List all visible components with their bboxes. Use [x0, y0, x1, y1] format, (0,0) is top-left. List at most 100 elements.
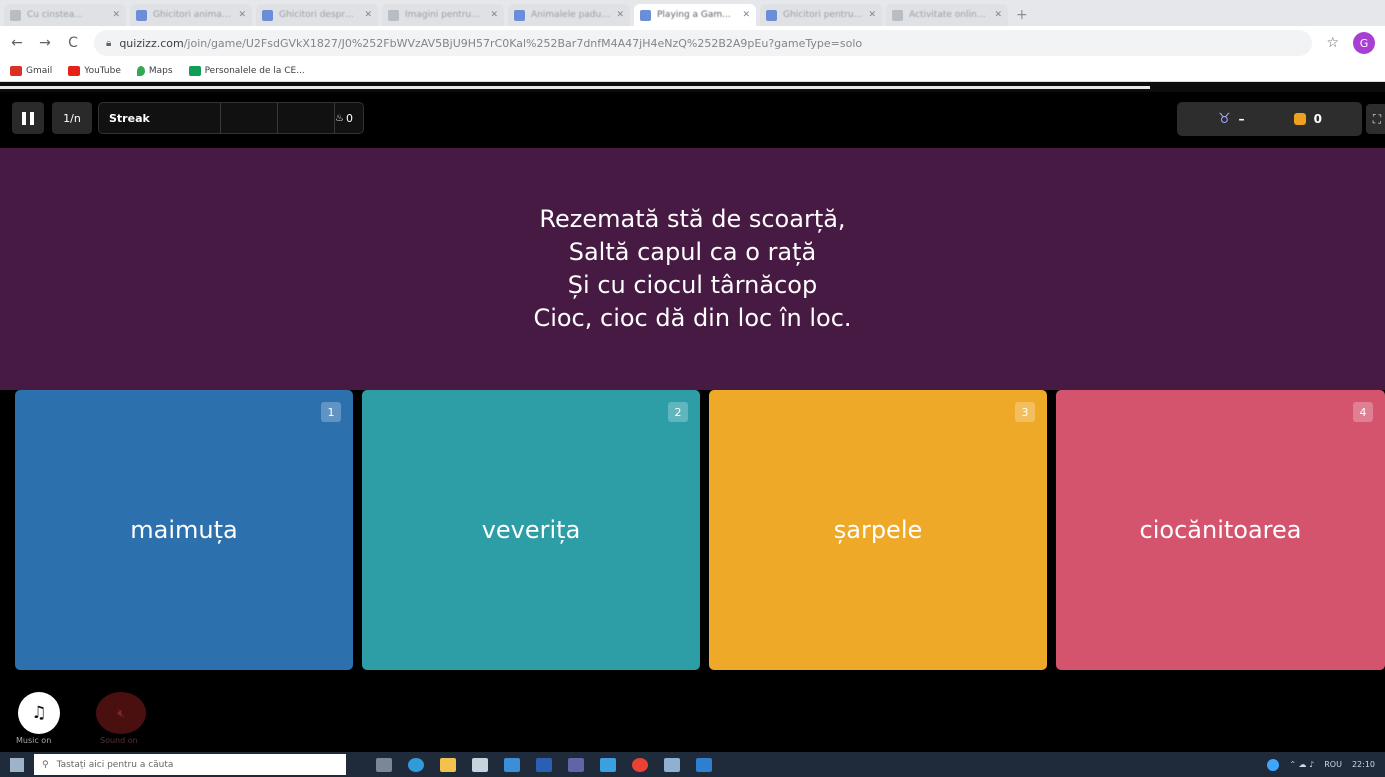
option-number-badge: 3	[1015, 402, 1035, 422]
option-label: ciocănitoarea	[1139, 516, 1302, 544]
fullscreen-icon: ⛶	[1372, 111, 1382, 126]
task-view-icon[interactable]	[376, 757, 392, 772]
store-icon[interactable]	[472, 757, 488, 772]
browser-tab-active[interactable]: Playing a Gam... ✕	[634, 4, 756, 26]
reload-icon[interactable]: C	[66, 35, 80, 51]
lock-icon: 🔒︎	[106, 37, 112, 49]
teams-icon[interactable]	[568, 757, 584, 772]
app-icon[interactable]	[600, 757, 616, 772]
browser-tab[interactable]: Ghicitori animale... ✕	[130, 4, 252, 26]
taskbar-search-box[interactable]: ⚲ Tastați aici pentru a căuta	[34, 754, 346, 775]
close-icon[interactable]: ✕	[364, 10, 372, 20]
pause-button[interactable]	[12, 102, 44, 134]
gmail-icon	[10, 65, 22, 76]
close-icon[interactable]: ✕	[238, 10, 246, 20]
url-domain: quizizz.com	[119, 36, 184, 50]
new-tab-button[interactable]: +	[1016, 4, 1028, 26]
browser-tab[interactable]: Ghicitori pentru... ✕	[760, 4, 882, 26]
option-label: șarpele	[833, 516, 923, 544]
browser-tab[interactable]: Animalele padurii... ✕	[508, 4, 630, 26]
language-indicator[interactable]: ROU	[1324, 760, 1342, 769]
tray-icons[interactable]: ⌃ ☁ ♪	[1289, 760, 1314, 769]
bookmark-youtube[interactable]: YouTube	[68, 65, 121, 76]
answer-option-4[interactable]: 4 ciocănitoarea	[1056, 390, 1385, 670]
close-icon[interactable]: ✕	[490, 10, 498, 20]
mask-powerup[interactable]: ♉ –	[1193, 111, 1270, 127]
app-icon[interactable]	[696, 757, 712, 772]
youtube-icon	[68, 65, 81, 76]
game-top-bar: 1/n Streak ♨ 0 ♉ – 0 ⛶	[0, 92, 1385, 148]
clock[interactable]: 22:10	[1352, 760, 1375, 769]
option-number-badge: 2	[668, 402, 688, 422]
mask-icon: ♉	[1217, 111, 1231, 127]
file-explorer-icon[interactable]	[440, 757, 456, 772]
browser-tab[interactable]: Cu cinstea... ✕	[4, 4, 126, 26]
forward-icon[interactable]: →	[38, 35, 52, 51]
sound-label: Sound on	[100, 736, 138, 745]
tab-favicon-icon	[640, 9, 651, 21]
profile-avatar[interactable]: G	[1353, 32, 1375, 54]
powerups-panel: ♉ – 0	[1177, 102, 1362, 136]
windows-start-icon[interactable]	[10, 757, 24, 772]
notification-icon[interactable]	[1267, 758, 1280, 771]
browser-toolbar: ← → C 🔒︎ quizizz.com/join/game/U2FsdGVkX…	[0, 26, 1385, 60]
mail-icon[interactable]	[504, 757, 520, 772]
tab-favicon-icon	[136, 9, 147, 21]
answer-option-2[interactable]: 2 veverița	[362, 390, 700, 670]
browser-tab[interactable]: Ghicitori despre... ✕	[256, 4, 378, 26]
chrome-icon[interactable]	[632, 757, 648, 772]
bookmark-star-icon[interactable]: ☆	[1326, 35, 1339, 51]
streak-count: 0	[346, 111, 354, 125]
close-icon[interactable]: ✕	[742, 10, 750, 20]
sound-icon: 🔇︎	[117, 705, 125, 720]
address-bar[interactable]: 🔒︎ quizizz.com/join/game/U2FsdGVkX1827/J…	[94, 30, 1313, 56]
bookmark-gmail[interactable]: Gmail	[10, 65, 52, 76]
question-panel: Rezemată stă de scoarță, Saltă capul ca …	[0, 148, 1385, 390]
back-icon[interactable]: ←	[10, 35, 24, 51]
search-icon: ⚲	[42, 759, 49, 770]
tab-favicon-icon	[766, 9, 777, 21]
url-path: /join/game/U2FsdGVkX1827/J0%252FbWVzAV5B…	[183, 36, 863, 50]
tab-favicon-icon	[892, 9, 903, 21]
streak-label: Streak	[109, 111, 150, 125]
bookmarks-bar: Gmail YouTube Maps Personalele de la CE.…	[0, 60, 1385, 82]
option-label: maimuța	[130, 516, 238, 544]
edge-icon[interactable]	[408, 757, 424, 772]
question-line: Cioc, cioc dă din loc în loc.	[533, 304, 852, 332]
close-icon[interactable]: ✕	[112, 10, 120, 20]
browser-tab[interactable]: Activitate online... ✕	[886, 4, 1008, 26]
question-line: Rezemată stă de scoarță,	[539, 205, 846, 233]
question-line: Saltă capul ca o rață	[568, 238, 817, 266]
streak-meter: Streak ♨ 0	[98, 102, 364, 134]
answer-option-3[interactable]: 3 șarpele	[709, 390, 1047, 670]
tab-favicon-icon	[10, 9, 21, 21]
music-note-icon: ♫	[31, 703, 47, 723]
question-counter: 1/n	[52, 102, 92, 134]
answer-options: 1 maimuța 2 veverița 3 șarpele 4 ciocăni…	[0, 390, 1385, 672]
answer-option-1[interactable]: 1 maimuța	[15, 390, 353, 670]
app-icon[interactable]	[664, 757, 680, 772]
word-icon[interactable]	[536, 757, 552, 772]
option-number-badge: 4	[1353, 402, 1374, 422]
game-bottom-bar: ♫ Music on 🔇︎ Sound on	[0, 672, 1385, 752]
option-label: veverița	[481, 516, 581, 544]
close-icon[interactable]: ✕	[868, 10, 876, 20]
close-icon[interactable]: ✕	[994, 10, 1002, 20]
quiz-progress-bar	[0, 82, 1385, 92]
maps-icon	[136, 65, 145, 76]
fullscreen-button[interactable]: ⛶	[1366, 104, 1385, 134]
coin-icon	[1293, 113, 1306, 125]
bookmark-maps[interactable]: Maps	[136, 65, 173, 76]
sound-toggle-button[interactable]: 🔇︎	[96, 692, 146, 734]
flame-icon: ♨	[335, 112, 345, 124]
system-tray: ⌃ ☁ ♪ ROU 22:10	[1267, 758, 1375, 771]
sheet-icon	[188, 65, 201, 76]
tab-favicon-icon	[262, 9, 273, 21]
bookmark-personalele[interactable]: Personalele de la CE...	[188, 65, 305, 76]
coins-counter: 0	[1270, 112, 1347, 126]
tab-favicon-icon	[388, 9, 399, 21]
browser-tab[interactable]: Imagini pentru... ✕	[382, 4, 504, 26]
pause-icon	[22, 111, 26, 125]
music-toggle-button[interactable]: ♫	[18, 692, 60, 734]
close-icon[interactable]: ✕	[616, 10, 624, 20]
